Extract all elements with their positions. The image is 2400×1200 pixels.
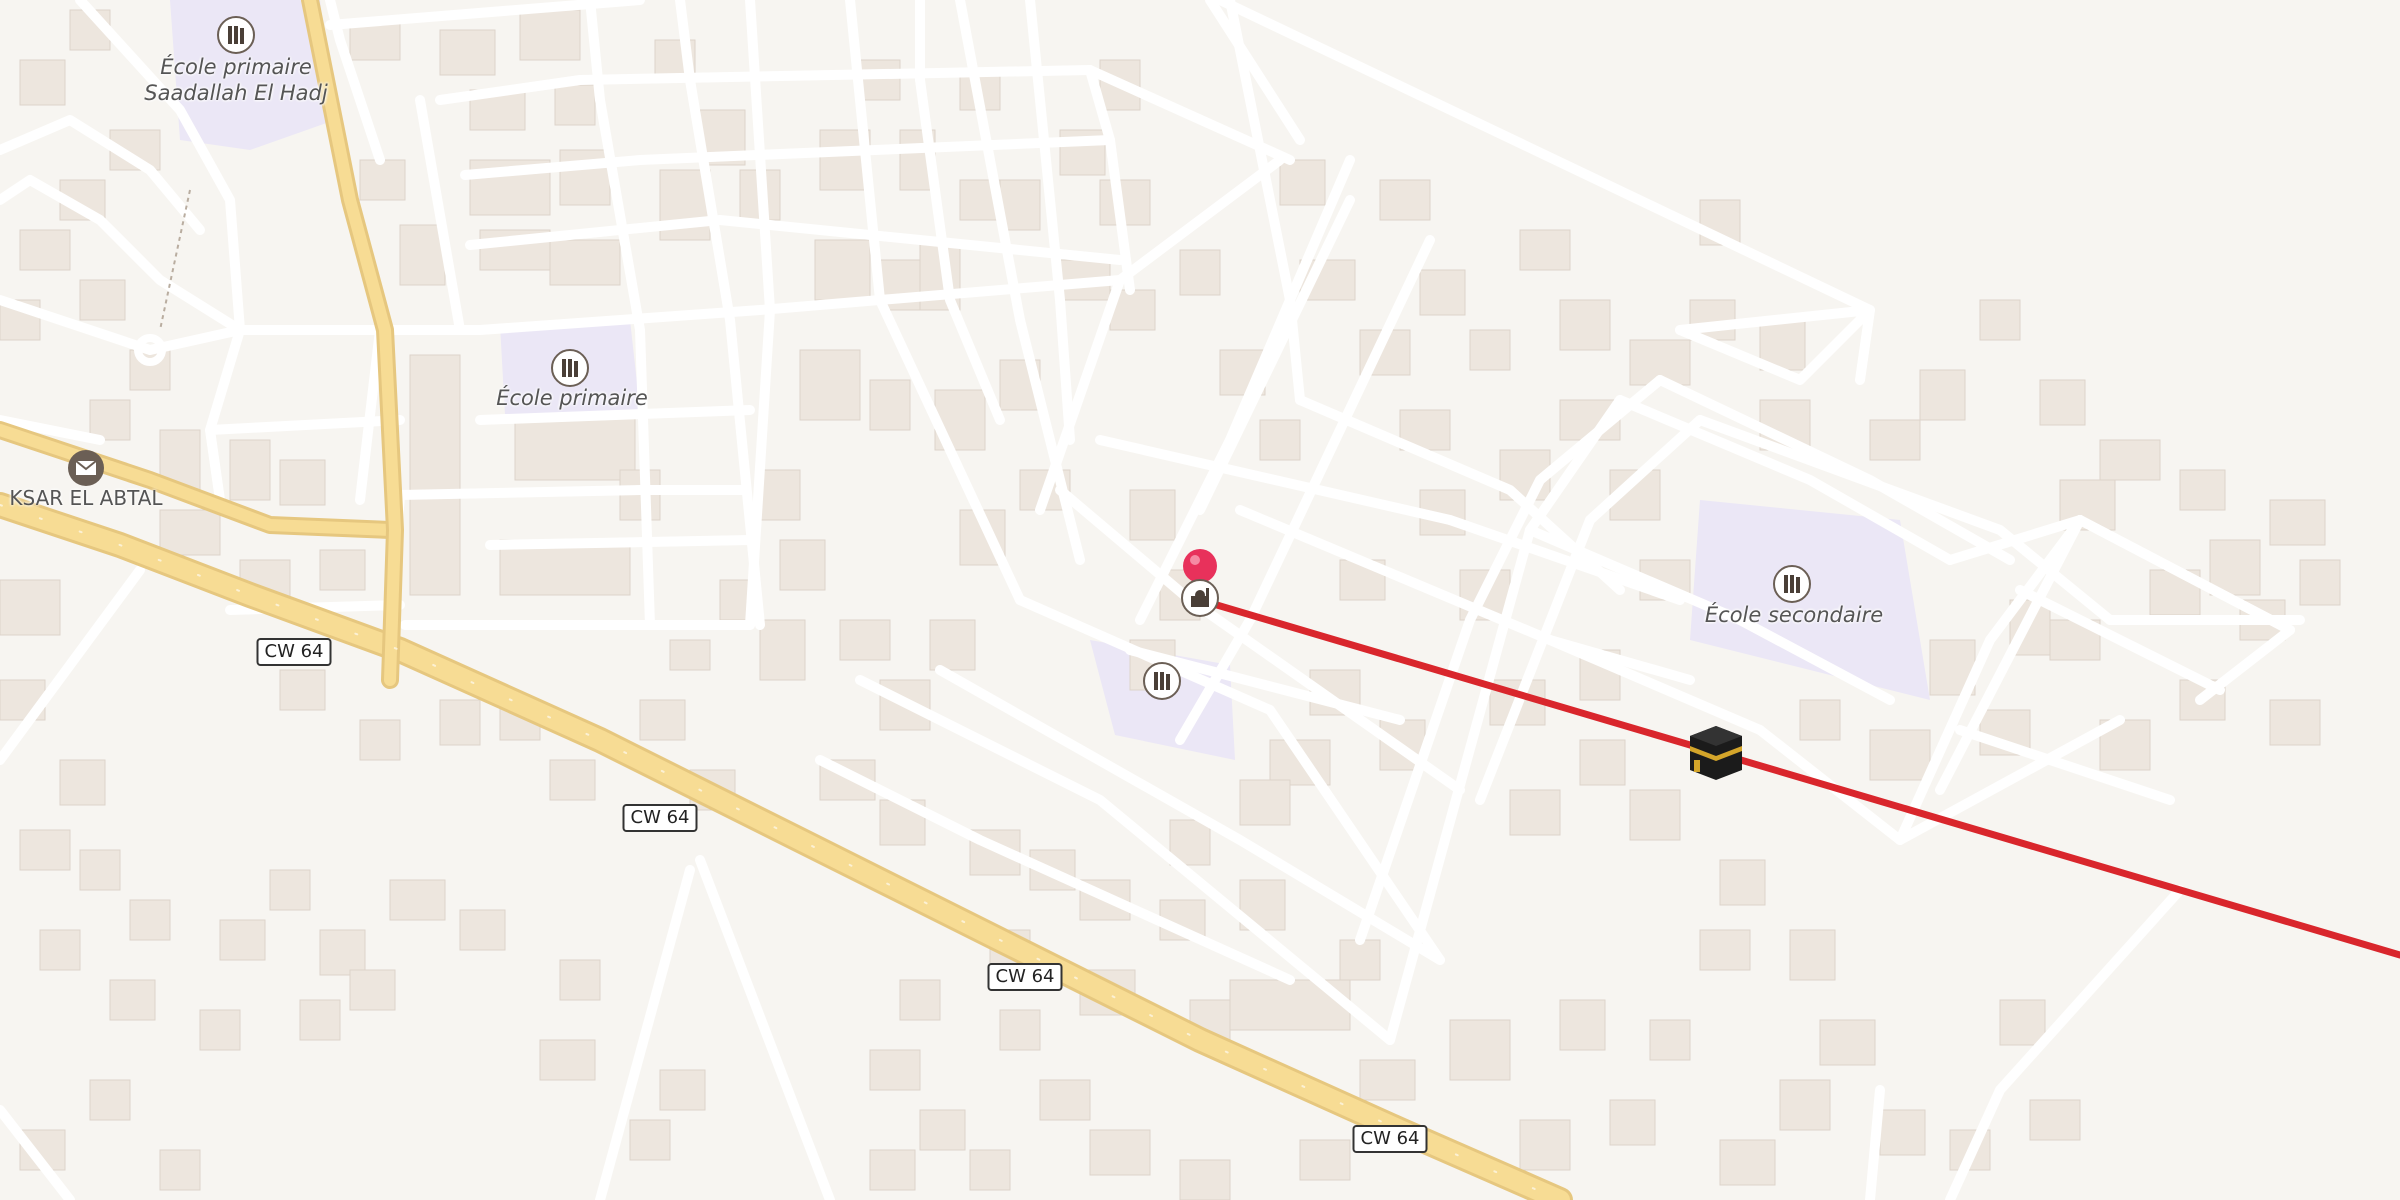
school-icon[interactable] bbox=[1772, 564, 1812, 604]
road-shield-cw64: CW 64 bbox=[256, 638, 332, 666]
school-label-secondaire[interactable]: École secondaire bbox=[1705, 602, 1883, 628]
school-icon[interactable] bbox=[216, 15, 256, 55]
school-icon[interactable] bbox=[1142, 661, 1182, 701]
road-shield-cw64: CW 64 bbox=[622, 804, 698, 832]
school-label-primaire[interactable]: École primaire bbox=[496, 385, 648, 411]
school-label-line2: Saadallah El Hadj bbox=[144, 81, 328, 105]
map-view[interactable]: École primaire Saadallah El Hadj École p… bbox=[0, 0, 2400, 1200]
school-label-line1: École primaire bbox=[160, 55, 312, 79]
kaaba-icon bbox=[1690, 726, 1742, 780]
road-shield-cw64: CW 64 bbox=[987, 963, 1063, 991]
envelope-icon[interactable] bbox=[66, 448, 106, 488]
place-label-ksar-el-abtal[interactable]: KSAR EL ABTAL bbox=[9, 486, 162, 510]
school-label-saadallah[interactable]: École primaire Saadallah El Hadj bbox=[144, 54, 327, 106]
school-icon[interactable] bbox=[550, 348, 590, 388]
road-shield-cw64: CW 64 bbox=[1352, 1125, 1428, 1153]
mosque-icon[interactable] bbox=[1180, 578, 1220, 618]
